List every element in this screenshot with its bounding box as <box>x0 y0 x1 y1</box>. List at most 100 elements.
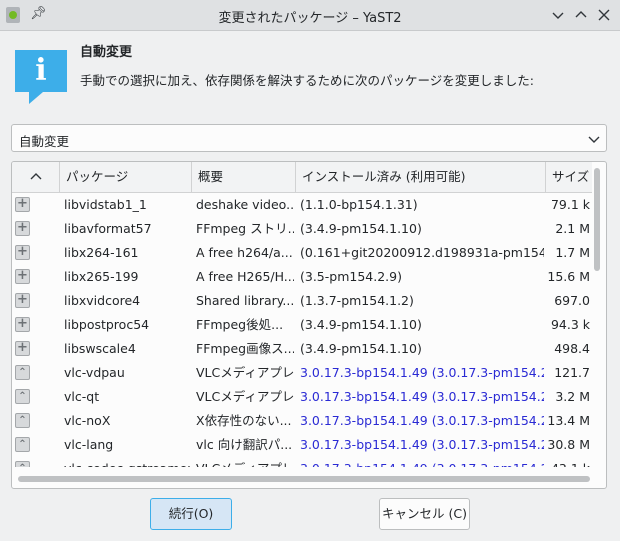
summary-cell: FFmpeg後処... <box>196 317 284 332</box>
chevron-down-icon <box>588 129 600 149</box>
package-name-cell: libvidstab1_1 <box>64 197 147 212</box>
size-cell: 43.1 k <box>546 457 590 467</box>
version-cell: 3.0.17.3-bp154.1.49 (3.0.17.3-pm154.2... <box>300 457 544 467</box>
package-name-cell: vlc-lang <box>64 437 114 452</box>
table-row[interactable]: ⌃ vlc-codec-gstreamer VLCメディアプレ... 3.0.17.3… <box>12 457 592 467</box>
title-bar: 📌︎ 変更されたパッケージ – YaST2 <box>0 0 620 31</box>
table-row[interactable]: + libvidstab1_1 deshake video... (1.1.0-bp1… <box>12 193 592 217</box>
install-status-icon[interactable]: + <box>15 293 30 308</box>
table-body: + libvidstab1_1 deshake video... (1.1.0-bp1… <box>12 193 592 467</box>
dialog-message: 手動での選択に加え、依存関係を解決するために次のパッケージを変更しました: <box>80 73 534 88</box>
summary-cell: FFmpeg画像ス... <box>196 341 294 356</box>
size-cell: 15.6 M <box>547 269 590 284</box>
vertical-scrollbar[interactable] <box>593 168 601 468</box>
table-row[interactable]: ⌃ vlc-qt VLCメディアプレ... 3.0.17.3-bp154.1.49 (… <box>12 385 592 409</box>
close-button[interactable] <box>594 5 614 25</box>
update-status-icon[interactable]: ⌃ <box>15 389 30 404</box>
filter-combobox[interactable]: 自動変更 <box>11 124 607 152</box>
package-table: パッケージ 概要 インストール済み (利用可能) サイズ + libvidstab… <box>11 161 607 489</box>
version-cell: 3.0.17.3-bp154.1.49 (3.0.17.3-pm154.2... <box>300 389 544 404</box>
package-name-cell: vlc-noX <box>64 413 111 428</box>
update-status-icon[interactable]: ⌃ <box>15 437 30 452</box>
summary-cell: vlc 向け翻訳パ... <box>196 437 293 452</box>
size-cell: 79.1 k <box>550 197 590 212</box>
size-cell: 697.0 <box>554 293 590 308</box>
summary-cell: X依存性のない... <box>196 413 292 428</box>
horizontal-scrollbar[interactable] <box>18 475 590 483</box>
table-row[interactable]: ⌃ vlc-lang vlc 向け翻訳パ... 3.0.17.3-bp154.1.49… <box>12 433 592 457</box>
install-status-icon[interactable]: + <box>15 317 30 332</box>
version-cell: 3.0.17.3-bp154.1.49 (3.0.17.3-pm154.2... <box>300 437 544 452</box>
version-cell: (3.4.9-pm154.1.10) <box>300 341 422 356</box>
window-title: 変更されたパッケージ – YaST2 <box>218 11 402 26</box>
version-cell: 3.0.17.3-bp154.1.49 (3.0.17.3-pm154.2... <box>300 365 544 380</box>
vertical-scrollbar-thumb[interactable] <box>594 168 600 271</box>
chevron-down-icon <box>552 12 564 19</box>
version-cell: (0.161+git20200912.d198931a-pm154.... <box>300 245 544 260</box>
install-status-icon[interactable]: + <box>15 245 30 260</box>
sort-ascending-icon <box>30 173 41 180</box>
table-row[interactable]: + libpostproc54 FFmpeg後処... (3.4.9-pm154.1.… <box>12 313 592 337</box>
package-name-cell: libxvidcore4 <box>64 293 141 308</box>
summary-cell: FFmpeg ストリ... <box>196 221 294 236</box>
column-header-package[interactable]: パッケージ <box>60 162 192 192</box>
close-icon <box>598 9 610 21</box>
size-cell: 3.2 M <box>555 389 590 404</box>
horizontal-scrollbar-thumb[interactable] <box>18 476 590 482</box>
package-name-cell: libswscale4 <box>64 341 136 356</box>
package-name-cell: vlc-vdpau <box>64 365 125 380</box>
table-row[interactable]: + libx265-199 A free H265/H... (3.5-pm154.2… <box>12 265 592 289</box>
table-row[interactable]: + libx264-161 A free h264/a... (0.161+git20… <box>12 241 592 265</box>
size-cell: 13.4 M <box>547 413 590 428</box>
install-status-icon[interactable]: + <box>15 269 30 284</box>
table-row[interactable]: ⌃ vlc-vdpau VLCメディアプレ... 3.0.17.3-bp154.1.4… <box>12 361 592 385</box>
update-status-icon[interactable]: ⌃ <box>15 413 30 428</box>
maximize-button[interactable] <box>571 5 591 25</box>
summary-cell: VLCメディアプレ... <box>196 389 294 404</box>
version-cell: (3.5-pm154.2.9) <box>300 269 402 284</box>
install-status-icon[interactable]: + <box>15 221 30 236</box>
summary-cell: Shared library... <box>196 293 294 308</box>
table-row[interactable]: + libavformat57 FFmpeg ストリ... (3.4.9-pm154.… <box>12 217 592 241</box>
size-cell: 30.8 M <box>547 437 590 452</box>
package-name-cell: libavformat57 <box>64 221 152 236</box>
version-cell: (3.4.9-pm154.1.10) <box>300 221 422 236</box>
table-row[interactable]: + libswscale4 FFmpeg画像ス... (3.4.9-pm154.1.1… <box>12 337 592 361</box>
summary-cell: VLCメディアプレ... <box>196 365 294 380</box>
version-cell: (3.4.9-pm154.1.10) <box>300 317 422 332</box>
install-status-icon[interactable]: + <box>15 341 30 356</box>
column-header-installed[interactable]: インストール済み (利用可能) <box>296 162 546 192</box>
update-status-icon[interactable]: ⌃ <box>15 365 30 380</box>
table-row[interactable]: ⌃ vlc-noX X依存性のない... 3.0.17.3-bp154.1.49 (3… <box>12 409 592 433</box>
size-cell: 1.7 M <box>555 245 590 260</box>
version-cell: 3.0.17.3-bp154.1.49 (3.0.17.3-pm154.2... <box>300 413 544 428</box>
dialog-heading: 自動変更 <box>80 45 133 60</box>
minimize-button[interactable] <box>548 5 568 25</box>
package-name-cell: vlc-codec-gstreamer <box>64 457 190 467</box>
summary-cell: deshake video... <box>196 197 294 212</box>
install-status-icon[interactable]: + <box>15 197 30 212</box>
continue-button[interactable]: 続行(O) <box>150 498 232 530</box>
package-name-cell: libpostproc54 <box>64 317 150 332</box>
size-cell: 498.4 <box>554 341 590 356</box>
package-name-cell: libx265-199 <box>64 269 139 284</box>
package-name-cell: vlc-qt <box>64 389 100 404</box>
package-name-cell: libx264-161 <box>64 245 139 260</box>
summary-cell: VLCメディアプレ... <box>196 457 294 467</box>
column-header-size[interactable]: サイズ <box>546 162 592 192</box>
column-header-status[interactable] <box>12 162 60 192</box>
update-status-icon[interactable]: ⌃ <box>15 461 30 467</box>
version-cell: (1.3.7-pm154.1.2) <box>300 293 414 308</box>
cancel-button[interactable]: キャンセル (C) <box>379 498 470 530</box>
table-row[interactable]: + libxvidcore4 Shared library... (1.3.7-pm1… <box>12 289 592 313</box>
column-header-summary[interactable]: 概要 <box>192 162 296 192</box>
size-cell: 2.1 M <box>555 221 590 236</box>
summary-cell: A free h264/a... <box>196 245 293 260</box>
summary-cell: A free H265/H... <box>196 269 294 284</box>
version-cell: (1.1.0-bp154.1.31) <box>300 197 418 212</box>
table-header: パッケージ 概要 インストール済み (利用可能) サイズ <box>12 162 592 193</box>
size-cell: 94.3 k <box>550 317 590 332</box>
chevron-up-icon <box>575 11 587 18</box>
filter-value: 自動変更 <box>19 134 70 149</box>
info-icon: i <box>15 50 67 104</box>
